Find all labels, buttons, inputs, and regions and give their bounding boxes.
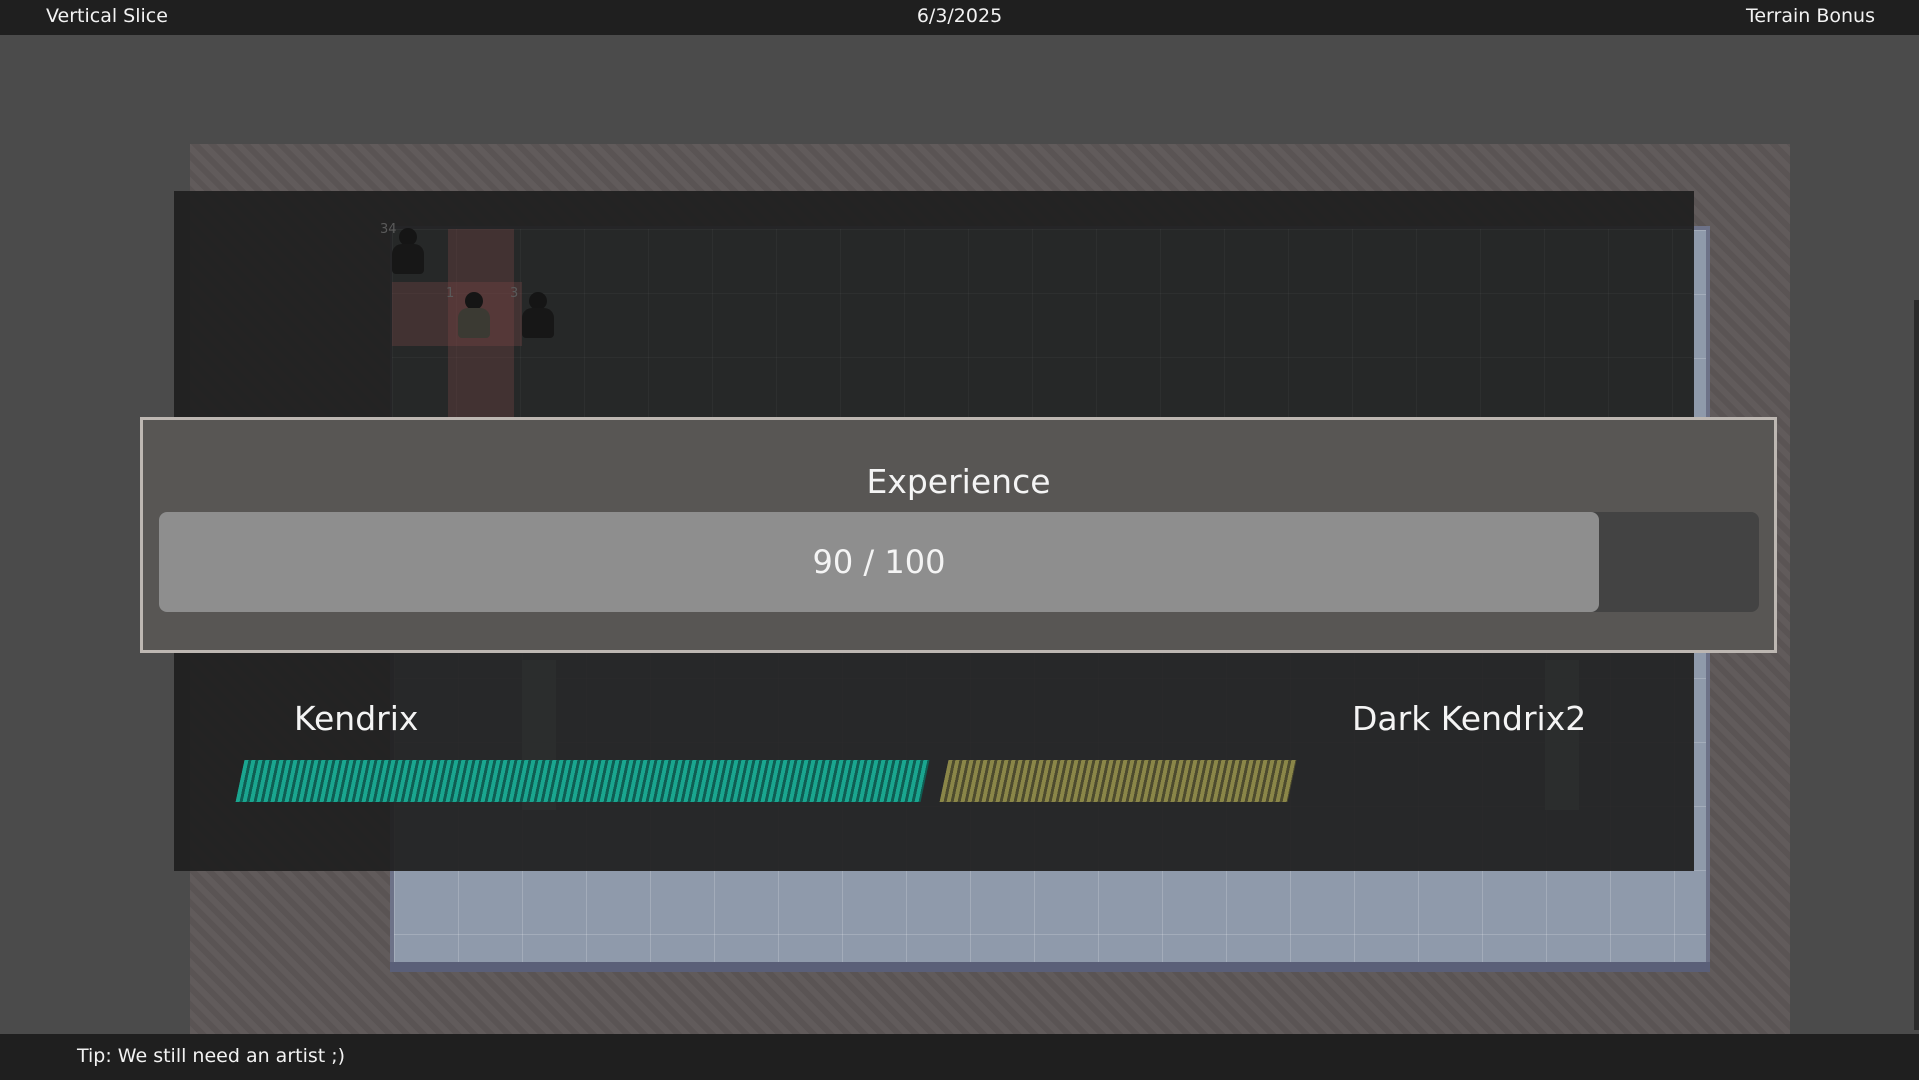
map-unit[interactable]: 1 [446, 286, 496, 344]
enemy-health-bar [939, 760, 1297, 802]
experience-dialog: Experience 90 / 100 [140, 417, 1777, 653]
terrain-bonus-label: Terrain Bonus [1745, 5, 1875, 27]
experience-title: Experience [866, 462, 1051, 501]
date-label: 6/3/2025 [916, 5, 1003, 27]
unit-level: 1 [446, 286, 455, 301]
bottom-bar: Tip: We still need an artist ;) [0, 1034, 1919, 1080]
unit-level: 3 [510, 286, 519, 301]
map-floor-edge [390, 962, 1710, 972]
scrollbar[interactable] [1914, 300, 1919, 1030]
map-grid [392, 229, 1692, 419]
unit-body [392, 244, 424, 274]
unit-body [458, 308, 490, 338]
game-screen: 34 1 3 Kendrix Dark Kendrix2 Experience … [0, 0, 1919, 1080]
unit-level: 34 [380, 222, 397, 237]
map-unit[interactable]: 3 [510, 286, 560, 344]
map-unit[interactable]: 34 [380, 222, 430, 280]
player-unit-name: Kendrix [294, 699, 419, 738]
experience-bar: 90 / 100 [159, 512, 1759, 612]
enemy-unit-name: Dark Kendrix2 [1352, 699, 1587, 738]
experience-value: 90 / 100 [812, 543, 946, 581]
tip-text: Tip: We still need an artist ;) [77, 1045, 346, 1067]
top-bar: Vertical Slice 6/3/2025 Terrain Bonus [0, 0, 1919, 35]
unit-body [522, 308, 554, 338]
player-health-bar [235, 760, 930, 802]
